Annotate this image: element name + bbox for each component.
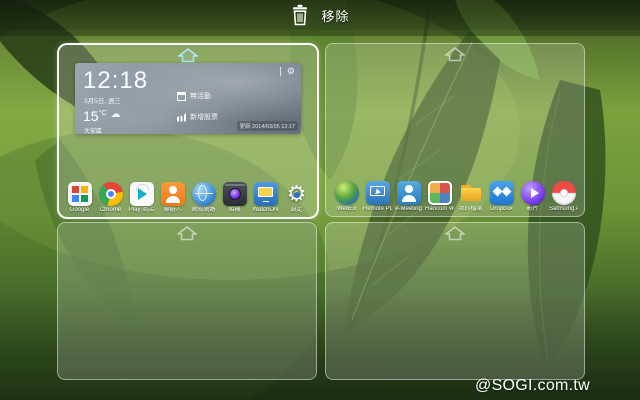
widget-divider: [279, 67, 281, 76]
widget-calendar-shortcut[interactable]: 無活動: [177, 91, 218, 101]
home-indicator-icon[interactable]: [445, 226, 465, 241]
e-meeting-icon: [396, 181, 421, 205]
app-label: 我的檔案: [458, 206, 483, 212]
app-remote-pc[interactable]: Remote PC: [363, 181, 392, 213]
app-label: Samsung Apps: [549, 206, 578, 212]
app-label: 影片: [526, 206, 539, 212]
widget-settings-icon[interactable]: ⚙: [287, 67, 295, 76]
watchon-icon: [253, 182, 278, 206]
home-panel-3[interactable]: [57, 222, 317, 380]
app-play-store[interactable]: Play 商店: [127, 182, 156, 214]
app-my-files[interactable]: 我的檔案: [456, 181, 485, 213]
app-contacts[interactable]: 聯絡人: [158, 182, 187, 214]
app-label: e-Meeting: [395, 206, 422, 212]
webex-icon: [334, 181, 359, 205]
dropbox-icon: [489, 181, 514, 205]
app-samsung-apps[interactable]: Samsung Apps: [549, 181, 578, 213]
app-label: WebEx: [336, 206, 357, 212]
hancom-viewer-icon: [427, 181, 452, 205]
remove-label: 移除: [321, 8, 350, 24]
remote-pc-icon: [365, 181, 390, 205]
add-stocks-label: 新增股票: [190, 114, 218, 121]
app-label: Google: [69, 207, 90, 213]
app-label: WatchON: [252, 207, 279, 213]
stock-chart-icon: [177, 112, 186, 122]
app-settings[interactable]: 設定: [282, 182, 311, 214]
app-webex[interactable]: WebEx: [332, 181, 361, 213]
samsung-apps-icon: [551, 181, 576, 205]
app-video[interactable]: 影片: [518, 181, 547, 213]
cloud-icon: ☁: [110, 109, 121, 120]
app-google-folder[interactable]: Google: [65, 182, 94, 214]
app-row-panel-1: Google Chrome Play 商店 聯絡人 網際網路 相機 WatchON 設定: [65, 182, 311, 214]
home-indicator-icon[interactable]: [177, 226, 197, 241]
remove-drop-bar[interactable]: 移除: [0, 0, 640, 30]
widget-clock-time: 12:18: [83, 67, 149, 94]
app-dropbox[interactable]: Dropbox: [487, 181, 516, 213]
widget-temperature: 15: [83, 108, 99, 124]
home-panel-4[interactable]: [325, 222, 585, 380]
widget-updated-timestamp: 更新 2014/03/05 12:17: [236, 121, 298, 131]
tablet-home-edit-screen: 移除 12:18 3月5日, 週三 15 °C ☁ 大安區 ●上午 05:36 …: [0, 0, 640, 400]
app-label: Chrome: [99, 207, 122, 213]
app-row-panel-2: WebEx Remote PCe-MeetingHancom viewer 我的檔案…: [332, 181, 578, 213]
app-e-meeting[interactable]: e-Meeting: [394, 181, 423, 213]
widget-temp-unit: °C: [98, 110, 107, 117]
app-label: 設定: [290, 207, 303, 213]
app-label: 相機: [228, 207, 241, 213]
contacts-icon: [160, 182, 185, 206]
home-panel-2[interactable]: WebEx Remote PCe-MeetingHancom viewer 我的檔案…: [325, 43, 585, 217]
app-watchon[interactable]: WatchON: [251, 182, 280, 214]
watermark: @SOGI.com.tw: [475, 377, 590, 394]
play-store-icon: [129, 182, 154, 206]
internet-icon: [191, 182, 216, 206]
google-folder-icon: [67, 182, 92, 206]
app-label: Dropbox: [490, 206, 513, 212]
app-label: 網際網路: [191, 207, 216, 213]
camera-icon: [222, 182, 247, 206]
chrome-icon: [98, 182, 123, 206]
clock-weather-widget[interactable]: 12:18 3月5日, 週三 15 °C ☁ 大安區 ●上午 05:36 多雲 …: [75, 63, 301, 134]
app-chrome[interactable]: Chrome: [96, 182, 125, 214]
no-events-label: 無活動: [190, 93, 211, 100]
app-label: Play 商店: [128, 207, 155, 213]
app-hancom-viewer[interactable]: Hancom viewer: [425, 181, 454, 213]
trash-icon: [293, 4, 308, 26]
app-camera[interactable]: 相機: [220, 182, 249, 214]
app-internet[interactable]: 網際網路: [189, 182, 218, 214]
app-label: 聯絡人: [163, 207, 182, 213]
home-indicator-icon[interactable]: [178, 48, 198, 63]
home-panel-1[interactable]: 12:18 3月5日, 週三 15 °C ☁ 大安區 ●上午 05:36 多雲 …: [57, 43, 319, 219]
home-indicator-icon[interactable]: [445, 47, 465, 62]
my-files-icon: [459, 181, 483, 205]
widget-stocks-shortcut[interactable]: 新增股票: [177, 112, 218, 122]
app-label: Remote PC: [363, 206, 392, 212]
settings-icon: [285, 182, 309, 206]
app-label: Hancom viewer: [425, 206, 454, 212]
video-icon: [520, 181, 545, 205]
calendar-icon: [177, 91, 186, 101]
